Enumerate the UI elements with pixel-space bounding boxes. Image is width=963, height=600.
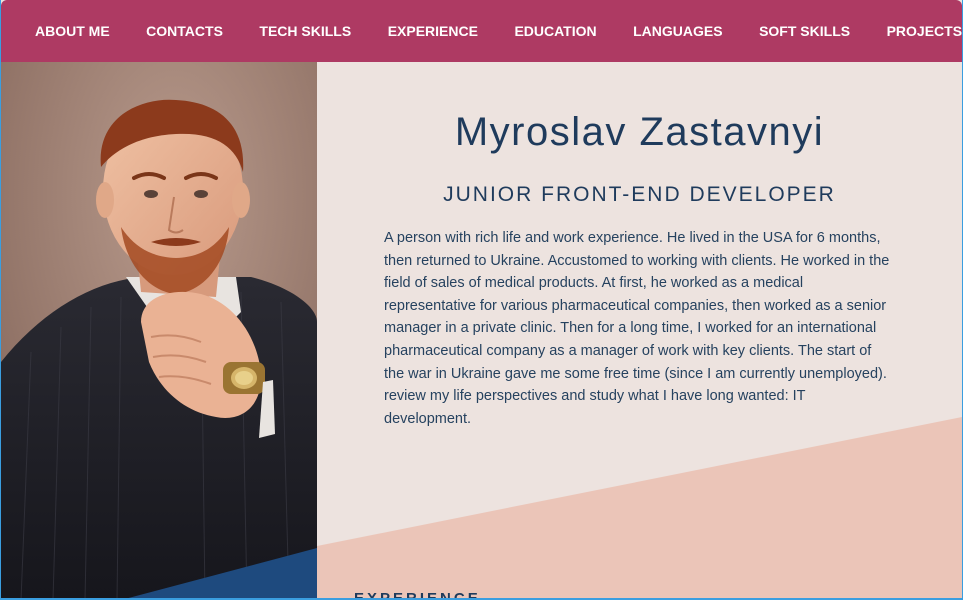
profile-photo [1, 62, 317, 598]
nav-item-tech-skills[interactable]: TECH SKILLS [259, 23, 351, 39]
top-navbar: ABOUT ME CONTACTS TECH SKILLS EXPERIENCE… [1, 0, 962, 62]
profile-role: JUNIOR FRONT-END DEVELOPER [443, 183, 836, 206]
nav-item-education[interactable]: EDUCATION [514, 23, 596, 39]
nav-item-contacts[interactable]: CONTACTS [146, 23, 223, 39]
nav-item-experience[interactable]: EXPERIENCE [388, 23, 478, 39]
experience-heading: EXPERIENCE [354, 590, 481, 600]
profile-bio: A person with rich life and work experie… [384, 230, 890, 427]
nav-item-soft-skills[interactable]: SOFT SKILLS [759, 23, 850, 39]
nav-item-languages[interactable]: LANGUAGES [633, 23, 722, 39]
nav-item-about-me[interactable]: ABOUT ME [35, 23, 110, 39]
nav-item-projects[interactable]: PROJECTS [887, 23, 962, 39]
profile-name: Myroslav Zastavnyi [454, 110, 825, 154]
portrait-illustration [1, 62, 317, 598]
page-frame: ABOUT ME CONTACTS TECH SKILLS EXPERIENCE… [0, 0, 963, 600]
about-me-section: Myroslav Zastavnyi JUNIOR FRONT-END DEVE… [317, 62, 962, 600]
